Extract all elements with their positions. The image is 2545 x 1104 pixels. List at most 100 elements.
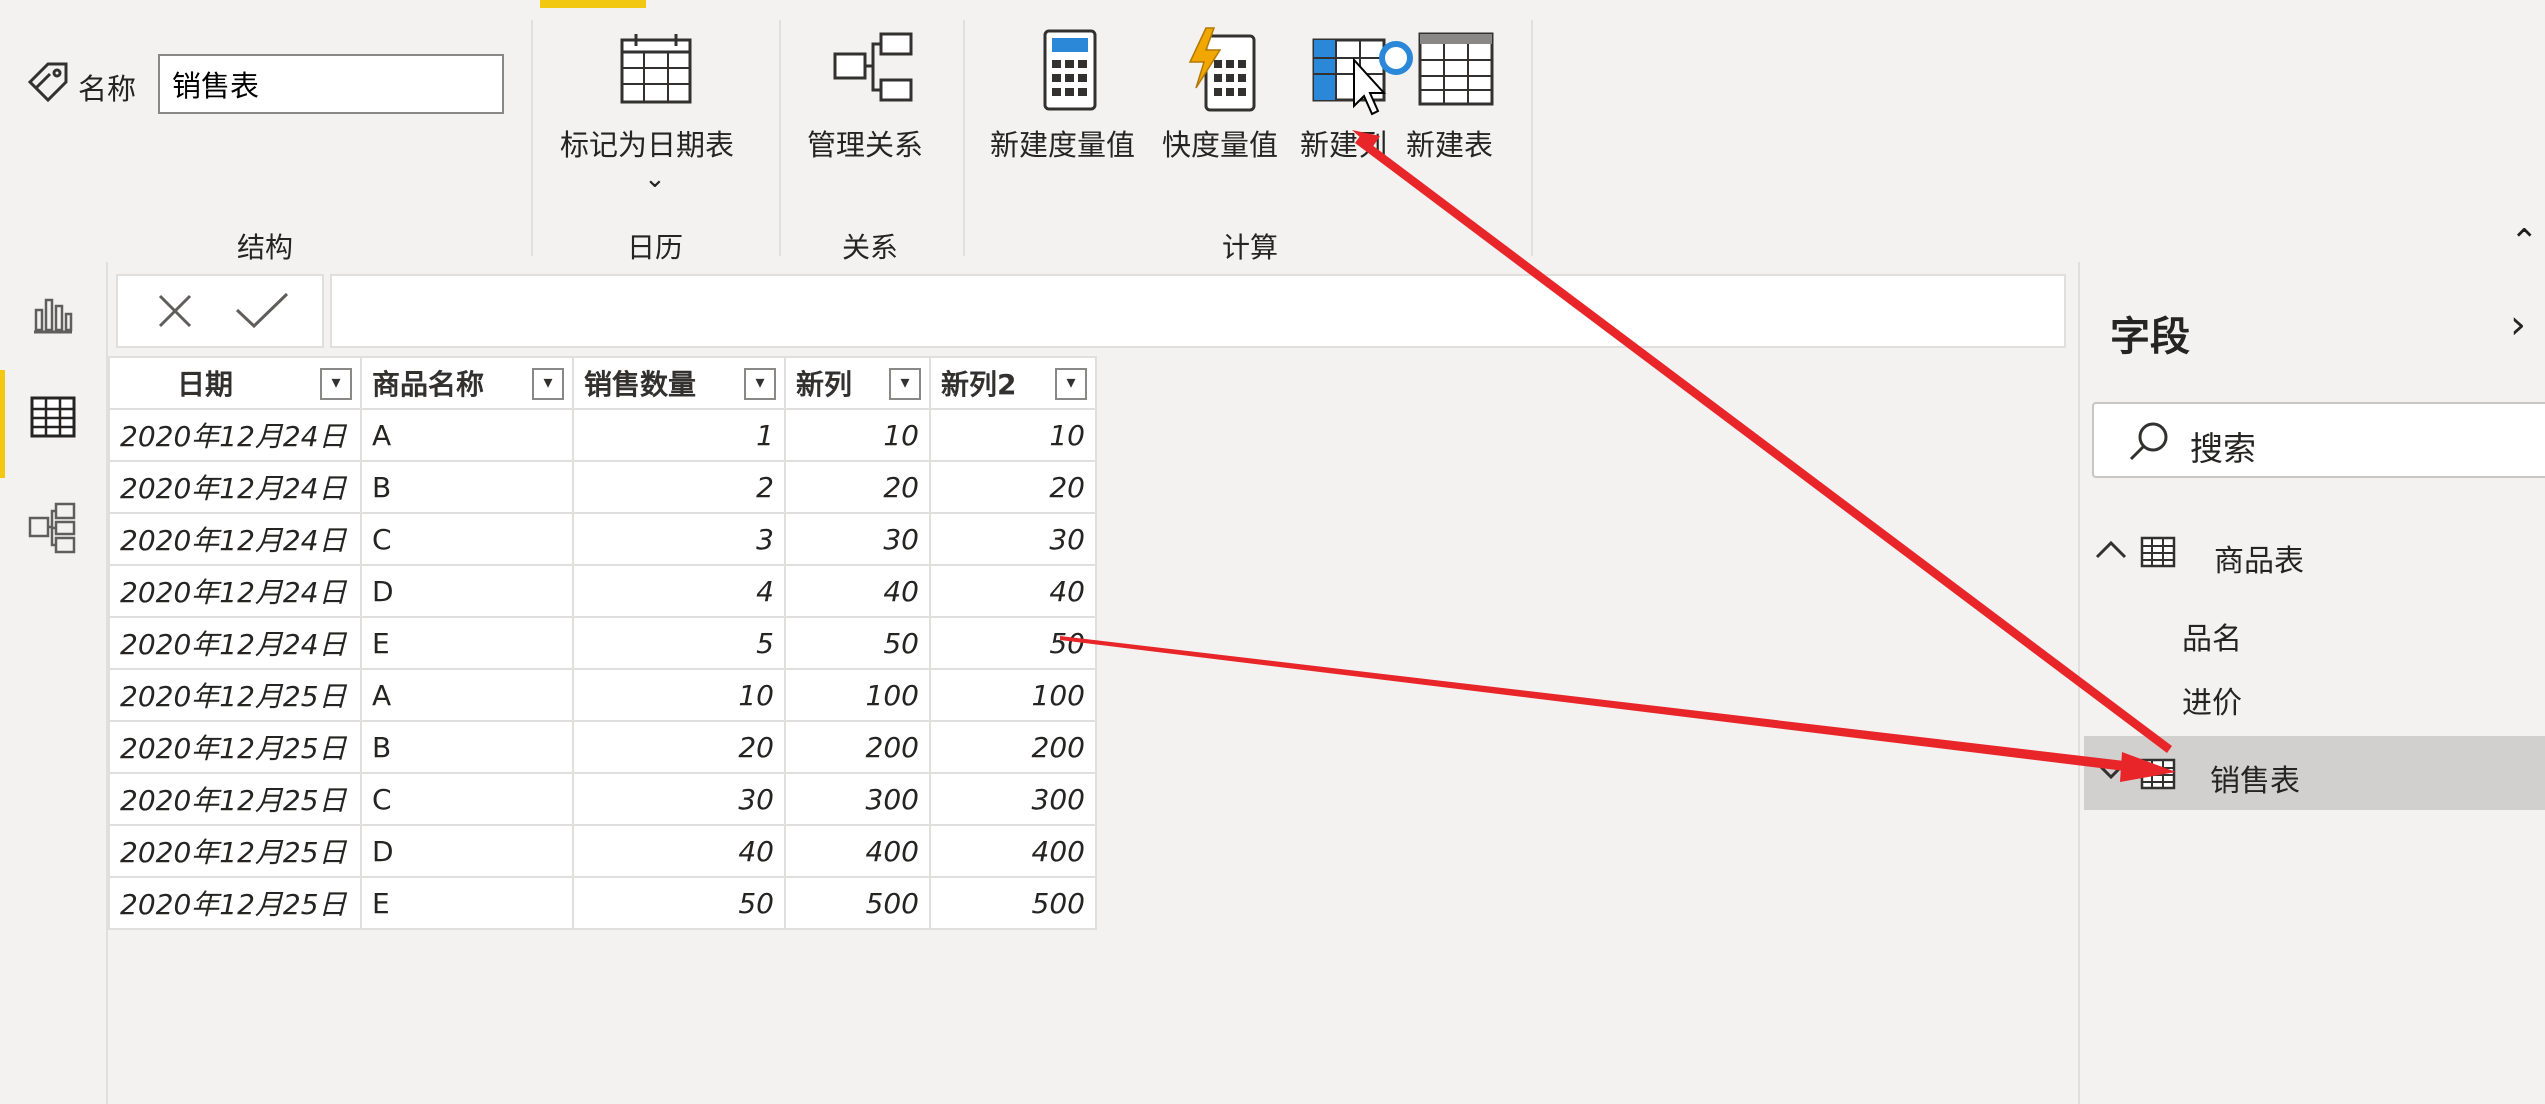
table-icon xyxy=(2140,758,2176,794)
cell-quantity[interactable]: 50 xyxy=(572,876,786,930)
cell-product[interactable]: C xyxy=(360,772,574,826)
cell-product[interactable]: C xyxy=(360,512,574,566)
table-row[interactable]: 2020年12月25日 A 10 100 100 xyxy=(108,668,1097,722)
cell-quantity[interactable]: 10 xyxy=(572,668,786,722)
cell-new-col-2[interactable]: 300 xyxy=(929,772,1097,826)
manage-relationships-button[interactable]: 管理关系 xyxy=(795,20,945,170)
cell-new-col[interactable]: 30 xyxy=(784,512,931,566)
cell-date[interactable]: 2020年12月24日 xyxy=(108,512,362,566)
column-filter-dropdown[interactable]: ▾ xyxy=(532,368,564,400)
column-header[interactable]: 新列 ▾ xyxy=(784,356,931,410)
cell-quantity[interactable]: 20 xyxy=(572,720,786,774)
new-table-label: 新建表 xyxy=(1406,128,1494,162)
chevron-down-icon[interactable]: ⌄ xyxy=(644,164,666,194)
cell-product[interactable]: E xyxy=(360,876,574,930)
table-row[interactable]: 2020年12月25日 D 40 400 400 xyxy=(108,824,1097,878)
table-name-input[interactable] xyxy=(158,54,504,114)
cell-new-col[interactable]: 200 xyxy=(784,720,931,774)
mark-as-date-table-button[interactable]: 标记为日期表 ⌄ xyxy=(550,20,760,200)
field-table-item-selected[interactable]: 销售表 xyxy=(2084,736,2545,810)
cell-quantity[interactable]: 3 xyxy=(572,512,786,566)
group-label-calendar: 日历 xyxy=(626,231,683,264)
cell-new-col[interactable]: 20 xyxy=(784,460,931,514)
report-view-icon[interactable] xyxy=(32,294,74,338)
field-table-item[interactable]: 商品表 xyxy=(2084,524,2545,584)
cell-new-col[interactable]: 50 xyxy=(784,616,931,670)
model-view-icon[interactable] xyxy=(28,502,76,558)
formula-input[interactable] xyxy=(330,274,2066,348)
cell-new-col[interactable]: 100 xyxy=(784,668,931,722)
cell-date[interactable]: 2020年12月24日 xyxy=(108,616,362,670)
new-measure-label: 新建度量值 xyxy=(990,128,1136,162)
cell-new-col-2[interactable]: 20 xyxy=(929,460,1097,514)
column-header[interactable]: 新列2 ▾ xyxy=(929,356,1097,410)
cell-new-col[interactable]: 10 xyxy=(784,408,931,462)
cell-new-col-2[interactable]: 400 xyxy=(929,824,1097,878)
column-filter-dropdown[interactable]: ▾ xyxy=(744,368,776,400)
column-header[interactable]: 商品名称 ▾ xyxy=(360,356,574,410)
table-row[interactable]: 2020年12月24日 E 5 50 50 xyxy=(108,616,1097,670)
cell-date[interactable]: 2020年12月25日 xyxy=(108,720,362,774)
new-table-button[interactable]: 新建表 xyxy=(1406,20,1510,170)
new-measure-button[interactable]: 新建度量值 xyxy=(988,20,1154,170)
chevron-right-icon[interactable]: › xyxy=(2510,302,2526,348)
column-filter-dropdown[interactable]: ▾ xyxy=(1055,368,1087,400)
checkmark-icon[interactable] xyxy=(234,290,290,334)
cell-product[interactable]: E xyxy=(360,616,574,670)
cell-date[interactable]: 2020年12月24日 xyxy=(108,564,362,618)
fields-search-input[interactable]: 搜索 xyxy=(2092,402,2545,478)
cell-product[interactable]: A xyxy=(360,408,574,462)
quick-measure-icon xyxy=(1184,26,1260,116)
cell-new-col[interactable]: 500 xyxy=(784,876,931,930)
cell-date[interactable]: 2020年12月25日 xyxy=(108,668,362,722)
cell-new-col-2[interactable]: 10 xyxy=(929,408,1097,462)
cell-quantity[interactable]: 40 xyxy=(572,824,786,878)
cell-new-col-2[interactable]: 30 xyxy=(929,512,1097,566)
column-header[interactable]: 销售数量 ▾ xyxy=(572,356,786,410)
cell-date[interactable]: 2020年12月25日 xyxy=(108,824,362,878)
quick-measure-button[interactable]: 快度量值 xyxy=(1160,20,1292,170)
chevron-up-icon[interactable] xyxy=(2094,538,2128,564)
cell-quantity[interactable]: 30 xyxy=(572,772,786,826)
data-view-icon[interactable] xyxy=(30,396,76,442)
cell-new-col-2[interactable]: 40 xyxy=(929,564,1097,618)
column-filter-dropdown[interactable]: ▾ xyxy=(320,368,352,400)
cell-product[interactable]: A xyxy=(360,668,574,722)
cell-quantity[interactable]: 2 xyxy=(572,460,786,514)
chevron-down-icon[interactable] xyxy=(2094,760,2128,786)
column-header[interactable]: 日期 ▾ xyxy=(108,356,362,410)
cell-new-col[interactable]: 400 xyxy=(784,824,931,878)
cell-date[interactable]: 2020年12月25日 xyxy=(108,876,362,930)
cell-quantity[interactable]: 5 xyxy=(572,616,786,670)
table-row[interactable]: 2020年12月24日 D 4 40 40 xyxy=(108,564,1097,618)
table-row[interactable]: 2020年12月24日 B 2 20 20 xyxy=(108,460,1097,514)
cell-new-col-2[interactable]: 500 xyxy=(929,876,1097,930)
cell-quantity[interactable]: 1 xyxy=(572,408,786,462)
cell-new-col-2[interactable]: 200 xyxy=(929,720,1097,774)
table-row[interactable]: 2020年12月25日 C 30 300 300 xyxy=(108,772,1097,826)
new-column-icon xyxy=(1310,36,1416,110)
cell-product[interactable]: D xyxy=(360,564,574,618)
field-item[interactable]: 品名 xyxy=(2182,614,2242,658)
field-item[interactable]: 进价 xyxy=(2182,678,2242,722)
cell-new-col-2[interactable]: 50 xyxy=(929,616,1097,670)
cell-product[interactable]: B xyxy=(360,460,574,514)
cell-new-col-2[interactable]: 100 xyxy=(929,668,1097,722)
cell-new-col[interactable]: 40 xyxy=(784,564,931,618)
cell-date[interactable]: 2020年12月25日 xyxy=(108,772,362,826)
cell-new-col[interactable]: 300 xyxy=(784,772,931,826)
table-row[interactable]: 2020年12月25日 B 20 200 200 xyxy=(108,720,1097,774)
cell-date[interactable]: 2020年12月24日 xyxy=(108,460,362,514)
column-filter-dropdown[interactable]: ▾ xyxy=(889,368,921,400)
table-row[interactable]: 2020年12月24日 A 1 10 10 xyxy=(108,408,1097,462)
collapse-ribbon-icon[interactable]: ⌃ xyxy=(2510,222,2539,262)
table-row[interactable]: 2020年12月24日 C 3 30 30 xyxy=(108,512,1097,566)
table-row[interactable]: 2020年12月25日 E 50 500 500 xyxy=(108,876,1097,930)
cell-product[interactable]: D xyxy=(360,824,574,878)
close-icon[interactable] xyxy=(156,292,194,334)
cell-quantity[interactable]: 4 xyxy=(572,564,786,618)
cell-date[interactable]: 2020年12月24日 xyxy=(108,408,362,462)
new-column-button[interactable]: 新建列 xyxy=(1300,20,1413,170)
cell-product[interactable]: B xyxy=(360,720,574,774)
data-table: 日期 ▾ 商品名称 ▾ 销售数量 ▾ 新列 ▾ 新列2 ▾ 2020年12月24日 A 1 10… xyxy=(108,356,1097,930)
